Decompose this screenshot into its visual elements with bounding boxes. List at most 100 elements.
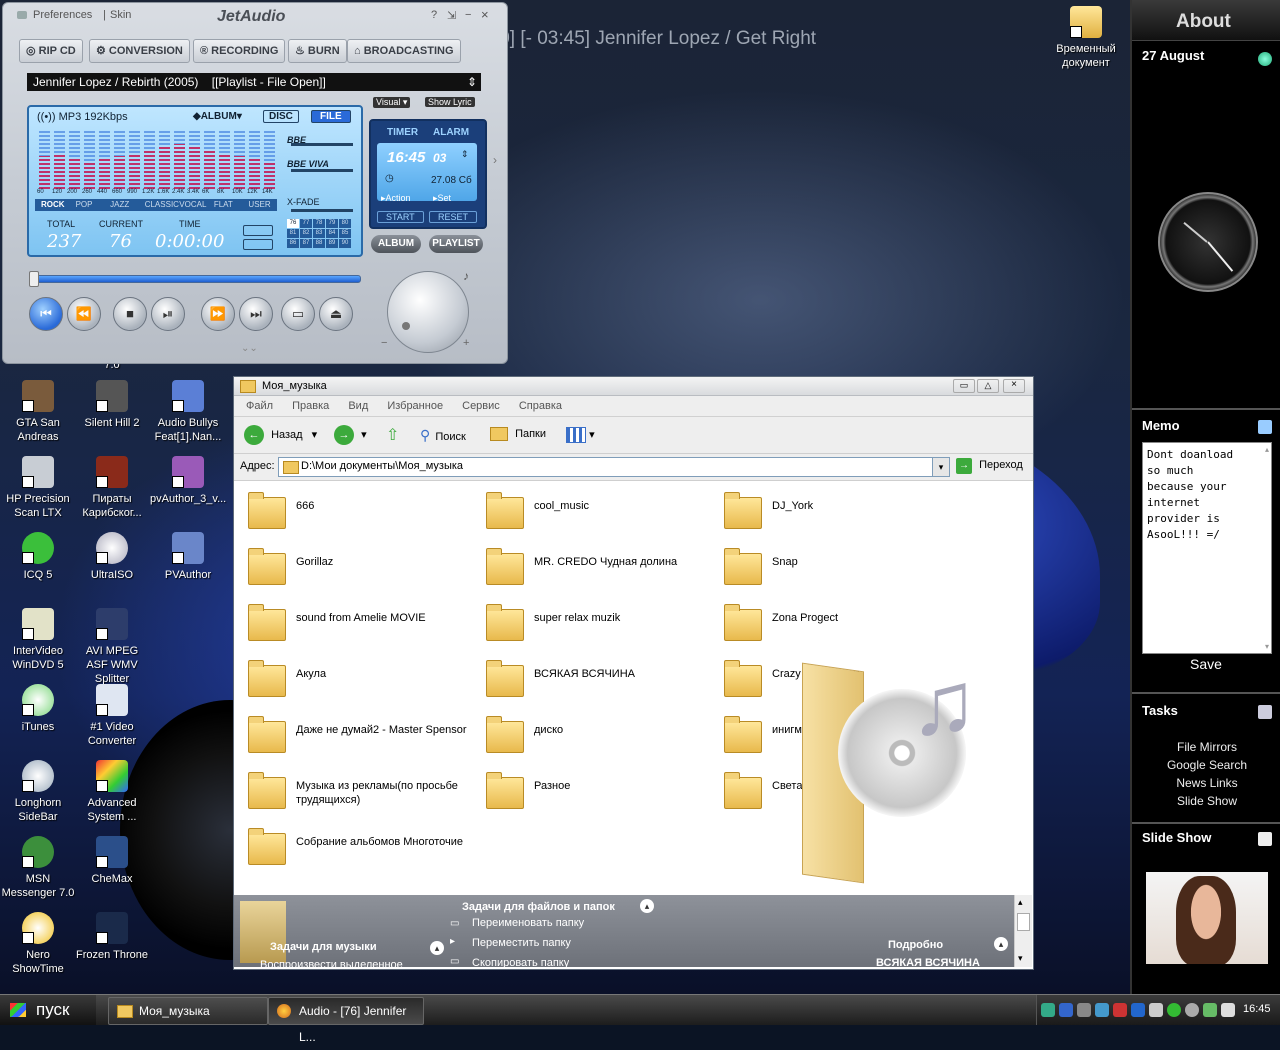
- tab-broadcasting[interactable]: ⌂ BROADCASTING: [347, 39, 461, 63]
- alarm-tab[interactable]: ALARM: [433, 127, 469, 138]
- timer-start-button[interactable]: START: [377, 211, 424, 223]
- timer-reset-button[interactable]: RESET: [429, 211, 478, 223]
- bbe-viva-toggle[interactable]: BBE VIVA: [287, 159, 329, 169]
- folder-item[interactable]: 666: [238, 489, 476, 537]
- slideshow-title[interactable]: Slide Show: [1142, 830, 1211, 845]
- file-button[interactable]: FILE: [311, 110, 351, 123]
- tab-burn[interactable]: ♨ BURN: [288, 39, 347, 63]
- set-button[interactable]: ▸Set: [433, 193, 451, 204]
- folder-item[interactable]: Даже не думай2 - Master Spensor: [238, 713, 476, 761]
- tab-rip-cd[interactable]: ◎ RIP CD: [19, 39, 83, 63]
- album-button[interactable]: ALBUM: [371, 235, 421, 253]
- folder-item[interactable]: cool_music: [476, 489, 714, 537]
- chevron-down-icon[interactable]: ▾: [361, 429, 367, 441]
- memo-textarea[interactable]: Dont doanload so much because your inter…: [1142, 442, 1272, 654]
- globe-icon[interactable]: [1258, 52, 1272, 66]
- show-lyric-button[interactable]: Show Lyric: [425, 97, 475, 107]
- rewind-button[interactable]: ⏪: [67, 297, 101, 331]
- collapse-icon[interactable]: ▴: [640, 899, 654, 913]
- collapse-icon[interactable]: ▴: [430, 941, 444, 955]
- details-title[interactable]: Подробно: [888, 939, 943, 951]
- go-button[interactable]: → Переход: [956, 458, 1023, 474]
- minimize-mode-icon[interactable]: ⇲: [447, 9, 456, 22]
- jetaudio-menu-icon[interactable]: [17, 11, 27, 19]
- desk-icon-chemax[interactable]: CheMax: [74, 836, 150, 886]
- desk-icon-msn[interactable]: MSN Messenger 7.0: [0, 836, 76, 900]
- visual-button[interactable]: Visual ▾: [373, 97, 411, 108]
- music-tasks-title[interactable]: Задачи для музыки: [270, 941, 377, 953]
- tray-clock[interactable]: 16:45: [1243, 1003, 1271, 1015]
- bbe-slider[interactable]: [291, 143, 353, 146]
- maximize-button[interactable]: △: [977, 379, 999, 393]
- scroll-thumb[interactable]: [1017, 913, 1030, 931]
- desk-icon-itunes[interactable]: iTunes: [0, 684, 76, 734]
- folder-item[interactable]: sound from Amelie MOVIE: [238, 601, 476, 649]
- desk-icon-frozen-throne[interactable]: Frozen Throne: [74, 912, 150, 962]
- folder-item[interactable]: Zona Progect: [714, 601, 952, 649]
- stop-button[interactable]: ■: [113, 297, 147, 331]
- track-number-cell[interactable]: 82: [300, 229, 312, 238]
- desk-icon-pvauthor3[interactable]: pvAuthor_3_v...: [150, 456, 226, 506]
- task-copy-folder[interactable]: Скопировать папку: [472, 957, 569, 967]
- track-number-cell[interactable]: 80: [339, 219, 351, 228]
- action-button[interactable]: ▸Action: [381, 193, 411, 204]
- eq-preset-rock[interactable]: ROCK: [41, 200, 65, 209]
- tab-conversion[interactable]: ⚙ CONVERSION: [89, 39, 190, 63]
- x-fade-slider[interactable]: [291, 209, 353, 212]
- desk-icon-pvauthor[interactable]: PVAuthor: [150, 532, 226, 582]
- x-fade-toggle[interactable]: X-FADE: [287, 197, 320, 207]
- media-icon[interactable]: [1131, 1003, 1145, 1017]
- track-number-cell[interactable]: 79: [326, 219, 338, 228]
- up-folder-icon[interactable]: ⇧: [386, 425, 399, 445]
- bbe-viva-slider[interactable]: [291, 169, 353, 172]
- desk-icon-silent-hill[interactable]: Silent Hill 2: [74, 380, 150, 430]
- folder-item[interactable]: диско: [476, 713, 714, 761]
- volume-tray-icon[interactable]: [1221, 1003, 1235, 1017]
- next-track-button[interactable]: ⏭: [239, 297, 273, 331]
- track-number-cell[interactable]: 85: [339, 229, 351, 238]
- folder-item[interactable]: Собрание альбомов Многоточие: [238, 825, 476, 873]
- eq-preset-vocal[interactable]: VOCAL: [179, 200, 206, 209]
- menu-help[interactable]: Справка: [519, 400, 562, 412]
- views-button[interactable]: ▾: [566, 427, 595, 443]
- icq-tray-icon[interactable]: [1167, 1003, 1181, 1017]
- task-slide-show[interactable]: Slide Show: [1132, 792, 1280, 810]
- back-button[interactable]: ← Назад ▾: [244, 425, 317, 445]
- desk-icon-interdvd[interactable]: InterVideo WinDVD 5: [0, 608, 76, 672]
- task-pane-scrollbar[interactable]: ▴ ▾: [1014, 895, 1032, 967]
- scroll-up-icon[interactable]: ▴: [1018, 897, 1023, 908]
- slideshow-trash-icon[interactable]: [1258, 832, 1272, 846]
- skin-menu[interactable]: Skin: [110, 9, 131, 21]
- memo-title[interactable]: Memo: [1142, 418, 1180, 433]
- track-info-bar[interactable]: Jennifer Lopez / Rebirth (2005) [[Playli…: [27, 73, 481, 91]
- help-icon[interactable]: ?: [431, 9, 437, 21]
- task-play-selection[interactable]: Воспроизвести выделенное: [260, 959, 403, 967]
- explorer-titlebar[interactable]: Моя_музыка ▭ △ ×: [234, 377, 1033, 396]
- open-button[interactable]: ▭: [281, 297, 315, 331]
- desk-icon-advanced[interactable]: Advanced System ...: [74, 760, 150, 824]
- taskbar-btn-jetaudio[interactable]: Audio - [76] Jennifer L...: [268, 997, 424, 1044]
- eq-preset-classic[interactable]: CLASSIC: [145, 200, 179, 209]
- eq-preset-user[interactable]: USER: [248, 200, 270, 209]
- file-tasks-title[interactable]: Задачи для файлов и папок: [462, 901, 615, 913]
- tab-recording[interactable]: ® RECORDING: [193, 39, 286, 63]
- desk-icon-video-converter[interactable]: #1 Video Converter: [74, 684, 150, 748]
- track-number-cell[interactable]: 81: [287, 229, 299, 238]
- menu-file[interactable]: Файл: [246, 400, 273, 412]
- scroll-down-icon[interactable]: ▾: [1018, 953, 1023, 964]
- folder-item[interactable]: super relax muzik: [476, 601, 714, 649]
- disc-button[interactable]: DISC: [263, 110, 299, 123]
- folder-item[interactable]: ВСЯКАЯ ВСЯЧИНА: [476, 657, 714, 705]
- menu-edit[interactable]: Правка: [292, 400, 329, 412]
- task-news-links[interactable]: News Links: [1132, 774, 1280, 792]
- scroll-down-icon[interactable]: ▾: [1265, 642, 1269, 651]
- track-number-cell[interactable]: 89: [326, 239, 338, 248]
- seek-handle[interactable]: [29, 271, 39, 287]
- power-icon[interactable]: [1203, 1003, 1217, 1017]
- track-number-cell[interactable]: 90: [339, 239, 351, 248]
- track-number-cell[interactable]: 77: [300, 219, 312, 228]
- address-input[interactable]: D:\Мои документы\Моя_музыка ▾: [278, 457, 950, 477]
- desk-icon-audio-bullys[interactable]: Audio Bullys Feat[1].Nan...: [150, 380, 226, 444]
- desk-icon-gta[interactable]: GTA San Andreas: [0, 380, 76, 444]
- equalizer-bars[interactable]: [37, 129, 277, 189]
